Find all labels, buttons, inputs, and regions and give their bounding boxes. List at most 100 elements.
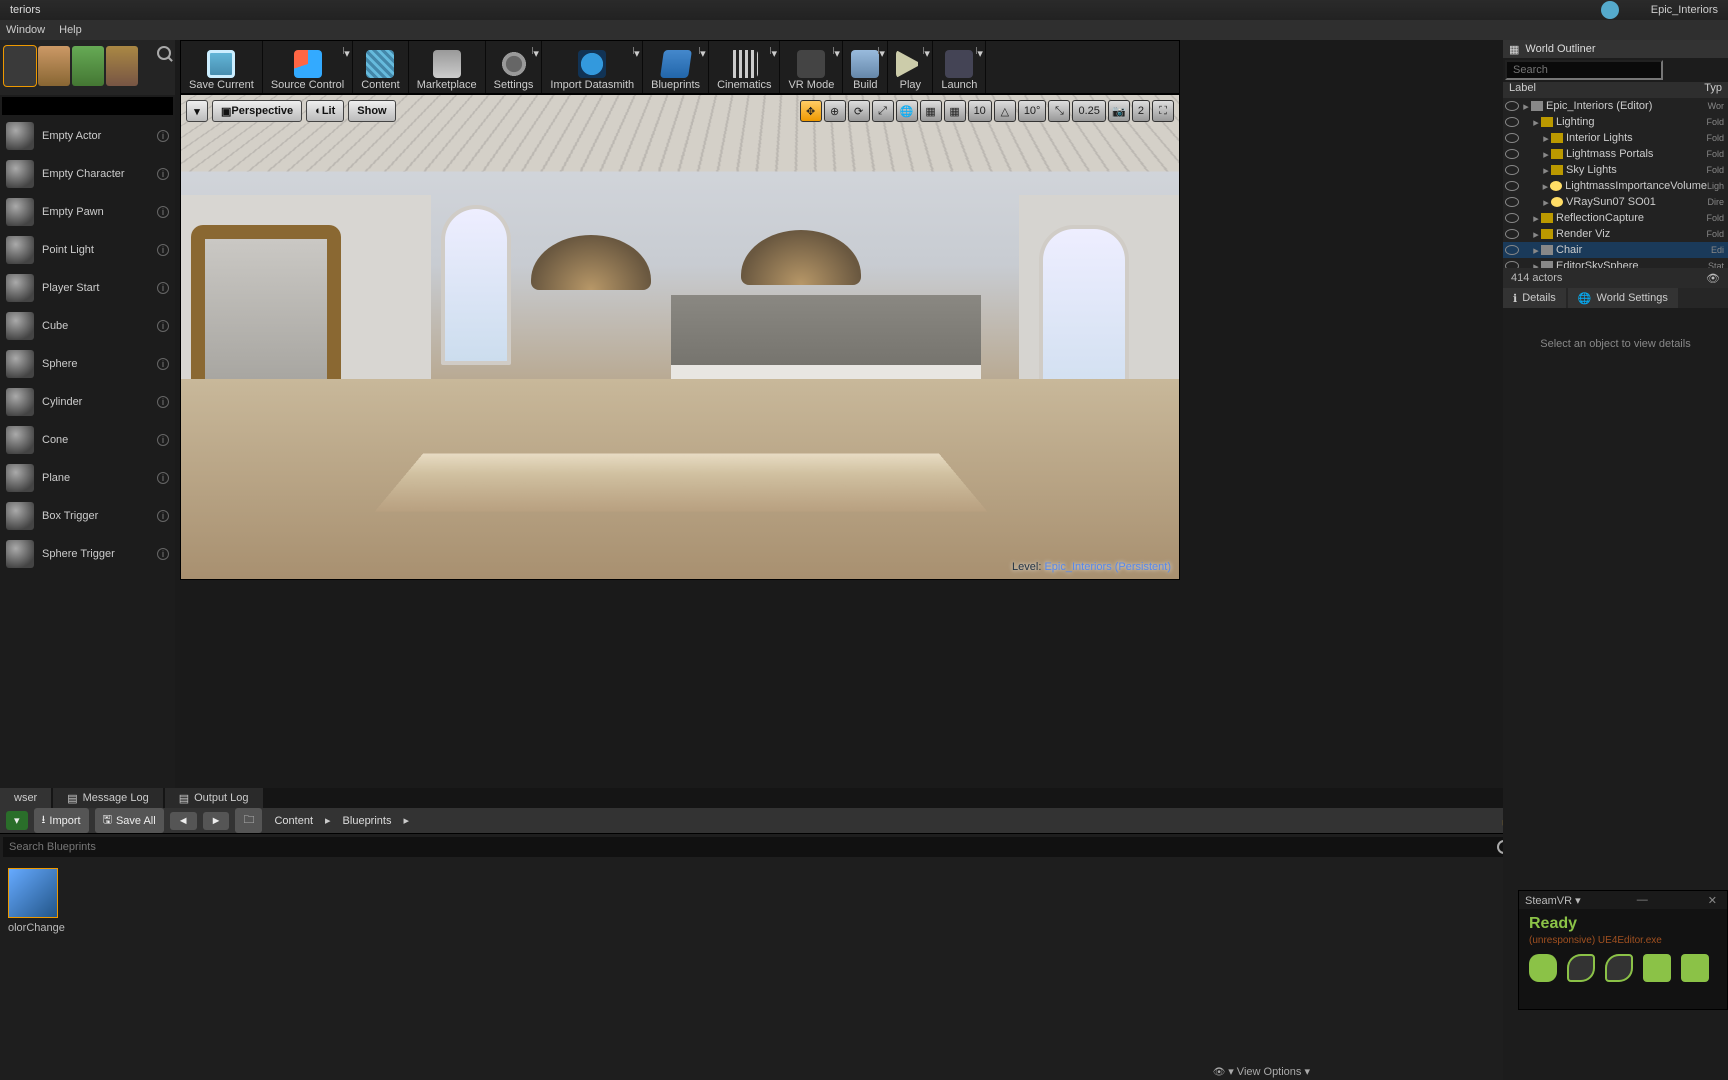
actor-item[interactable]: Box Triggeri: [0, 497, 175, 535]
mode-mesh-paint[interactable]: [106, 46, 138, 86]
mode-place[interactable]: [4, 46, 36, 86]
asset-item[interactable]: olorChange: [8, 868, 60, 934]
info-icon[interactable]: i: [157, 168, 169, 180]
blueprints-button[interactable]: Blueprints▾: [643, 41, 709, 93]
info-icon[interactable]: i: [157, 130, 169, 142]
outliner-tree[interactable]: ▸Epic_Interiors (Editor)Wor▸LightingFold…: [1503, 98, 1728, 268]
rotate-mode-button[interactable]: ⟳: [848, 100, 870, 122]
search-icon[interactable]: [157, 46, 171, 60]
expand-icon[interactable]: ▸: [1531, 212, 1541, 225]
grid-snap-button[interactable]: ▦: [944, 100, 966, 122]
save-button[interactable]: Save Current: [181, 41, 263, 93]
tab-world-settings[interactable]: 🌐 World Settings: [1568, 288, 1678, 308]
expand-icon[interactable]: ▸: [1521, 100, 1531, 113]
visibility-icon[interactable]: [1505, 149, 1519, 159]
info-icon[interactable]: i: [157, 282, 169, 294]
actor-item[interactable]: Planei: [0, 459, 175, 497]
scale-mode-button[interactable]: ⤢: [872, 100, 894, 122]
expand-icon[interactable]: ▸: [1540, 180, 1550, 193]
folder-icon[interactable]: 🗀: [235, 808, 262, 833]
history-back-button[interactable]: ◄: [170, 812, 197, 830]
view-options-button[interactable]: 👁 ▾ View Options ▾: [1213, 1065, 1310, 1078]
launch-button[interactable]: Launch▾: [933, 41, 986, 93]
level-viewport[interactable]: ▾ ▣ Perspective ◐ Lit Show ✥ ⊕ ⟳ ⤢ 🌐 ▦ ▦…: [180, 94, 1180, 580]
visibility-icon[interactable]: [1505, 229, 1519, 239]
maximize-viewport-button[interactable]: ⛶: [1152, 100, 1174, 122]
tab-message-log[interactable]: ▤ Message Log: [53, 788, 162, 808]
camera-speed-button[interactable]: 📷: [1108, 100, 1130, 122]
visibility-icon[interactable]: [1505, 181, 1519, 191]
actor-item[interactable]: Cubei: [0, 307, 175, 345]
show-button[interactable]: Show: [348, 100, 395, 122]
chevron-down-icon[interactable]: ▾: [343, 47, 350, 54]
info-icon[interactable]: i: [157, 548, 169, 560]
outliner-node[interactable]: ▸Epic_Interiors (Editor)Wor: [1503, 98, 1728, 114]
actor-item[interactable]: Conei: [0, 421, 175, 459]
history-fwd-button[interactable]: ►: [203, 812, 230, 830]
visibility-icon[interactable]: [1505, 101, 1519, 111]
camera-speed-value[interactable]: 2: [1132, 100, 1150, 122]
info-icon[interactable]: i: [157, 244, 169, 256]
expand-icon[interactable]: ▸: [1541, 148, 1551, 161]
visibility-icon[interactable]: [1505, 133, 1519, 143]
expand-icon[interactable]: ▸: [1531, 244, 1541, 257]
expand-icon[interactable]: ▸: [1531, 116, 1541, 129]
settings-button[interactable]: Settings▾: [486, 41, 543, 93]
content-search[interactable]: Search Blueprints: [3, 837, 1517, 857]
outliner-node[interactable]: ▸ChairEdi: [1503, 242, 1728, 258]
info-icon[interactable]: i: [157, 206, 169, 218]
vr-button[interactable]: VR Mode▾: [780, 41, 843, 93]
import-button[interactable]: ⭳ Import: [34, 808, 89, 833]
visibility-icon[interactable]: [1505, 117, 1519, 127]
angle-snap-value[interactable]: 10°: [1018, 100, 1047, 122]
lit-button[interactable]: ◐ Lit: [306, 100, 344, 122]
chevron-down-icon[interactable]: ▾: [878, 47, 885, 54]
actor-search[interactable]: [2, 97, 173, 115]
angle-snap-button[interactable]: △: [994, 100, 1016, 122]
actor-item[interactable]: Spherei: [0, 345, 175, 383]
chevron-down-icon[interactable]: ▾: [699, 47, 706, 54]
outliner-node[interactable]: ▸ReflectionCaptureFold: [1503, 210, 1728, 226]
chevron-down-icon[interactable]: ▾: [833, 47, 840, 54]
outliner-node[interactable]: ▸EditorSkySphereStat: [1503, 258, 1728, 268]
tab-output-log[interactable]: ▤ Output Log: [165, 788, 263, 808]
grid-snap-value[interactable]: 10: [968, 100, 992, 122]
actor-item[interactable]: Empty Characteri: [0, 155, 175, 193]
coord-space-button[interactable]: 🌐: [896, 100, 918, 122]
viewport-options-button[interactable]: ▾: [186, 100, 208, 122]
outliner-node[interactable]: ▸LightmassImportanceVolumeLigh: [1503, 178, 1728, 194]
outliner-node[interactable]: ▸Render VizFold: [1503, 226, 1728, 242]
mode-landscape[interactable]: [38, 46, 70, 86]
add-new-button[interactable]: ▾: [6, 811, 28, 830]
info-icon[interactable]: i: [157, 396, 169, 408]
steamvr-window[interactable]: SteamVR ▾ — ✕ Ready (unresponsive) UE4Ed…: [1518, 890, 1728, 1010]
minimize-button[interactable]: —: [1633, 894, 1652, 906]
actor-item[interactable]: Player Starti: [0, 269, 175, 307]
tab-details[interactable]: ℹ Details: [1503, 288, 1566, 308]
play-button[interactable]: Play▾: [888, 41, 933, 93]
tab-world-outliner[interactable]: ▦ World Outliner: [1503, 40, 1728, 58]
info-icon[interactable]: i: [157, 510, 169, 522]
expand-icon[interactable]: ▸: [1531, 260, 1541, 269]
save-all-button[interactable]: 🖫 Save All: [95, 808, 164, 833]
outliner-node[interactable]: ▸Lightmass PortalsFold: [1503, 146, 1728, 162]
actor-item[interactable]: Cylinderi: [0, 383, 175, 421]
chevron-down-icon[interactable]: ▾: [633, 47, 640, 54]
close-button[interactable]: ✕: [1704, 894, 1721, 907]
expand-icon[interactable]: ▸: [1541, 196, 1551, 209]
build-button[interactable]: Build▾: [843, 41, 888, 93]
menu-window[interactable]: Window: [6, 24, 45, 36]
scale-snap-button[interactable]: ⤡: [1048, 100, 1070, 122]
surface-snap-button[interactable]: ▦: [920, 100, 942, 122]
market-button[interactable]: Marketplace: [409, 41, 486, 93]
mode-foliage[interactable]: [72, 46, 104, 86]
visibility-icon[interactable]: [1505, 197, 1519, 207]
chevron-down-icon[interactable]: ▾: [770, 47, 777, 54]
select-mode-button[interactable]: ✥: [800, 100, 822, 122]
expand-icon[interactable]: ▸: [1541, 164, 1551, 177]
chevron-down-icon[interactable]: ▾: [923, 47, 930, 54]
chevron-down-icon[interactable]: ▾: [532, 47, 539, 54]
content-button[interactable]: Content: [353, 41, 409, 93]
translate-mode-button[interactable]: ⊕: [824, 100, 846, 122]
actor-item[interactable]: Point Lighti: [0, 231, 175, 269]
